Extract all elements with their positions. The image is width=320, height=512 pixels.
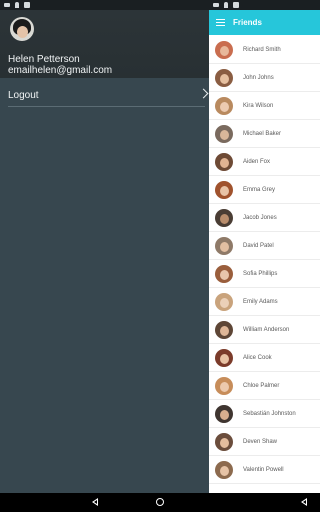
friend-name: Kira Wilson <box>243 102 274 109</box>
avatar <box>215 264 233 283</box>
status-bar-right <box>209 0 320 10</box>
friend-name: Jacob Jones <box>243 214 277 221</box>
system-nav-bar <box>0 493 320 512</box>
friend-name: Sebastián Johnston <box>243 410 296 417</box>
list-item[interactable]: Michael Baker <box>209 120 320 148</box>
notification-pin-icon <box>224 2 228 8</box>
avatar <box>215 320 233 339</box>
avatar <box>215 460 233 479</box>
list-item[interactable]: Chloe Palmer <box>209 372 320 400</box>
list-item[interactable]: Jacob Jones <box>209 204 320 232</box>
navigation-drawer: Helen Petterson emailhelen@gmail.com Log… <box>0 0 209 493</box>
screenshot-icon <box>4 3 10 7</box>
list-item[interactable]: William Anderson <box>209 316 320 344</box>
list-item[interactable]: Kira Wilson <box>209 92 320 120</box>
back-triangle-icon[interactable] <box>301 498 307 506</box>
list-item[interactable]: Sebastián Johnston <box>209 400 320 428</box>
app-bar: Friends <box>209 10 320 35</box>
friend-name: William Anderson <box>243 326 290 333</box>
friend-list: Richard Smith John Johns Kira Wilson Michae… <box>209 36 320 484</box>
list-item[interactable]: Deven Shaw <box>209 428 320 456</box>
back-triangle-icon[interactable] <box>92 498 98 506</box>
friend-name: Emma Grey <box>243 186 276 193</box>
friend-name: Chloe Palmer <box>243 382 280 389</box>
logout-label: Logout <box>8 89 39 101</box>
avatar <box>215 180 233 199</box>
friend-name: David Patel <box>243 242 274 249</box>
friend-name: Valentin Powell <box>243 466 284 473</box>
avatar <box>215 236 233 255</box>
friend-name: Richard Smith <box>243 46 281 53</box>
logout-item[interactable]: Logout <box>0 84 209 106</box>
list-item[interactable]: Valentin Powell <box>209 456 320 484</box>
profile-avatar[interactable] <box>10 17 34 41</box>
profile-name: Helen Petterson <box>8 54 80 65</box>
gallery-icon <box>24 2 30 8</box>
avatar <box>215 404 233 423</box>
list-item[interactable]: Alice Cook <box>209 344 320 372</box>
friends-panel: Friends Richard Smith John Johns Kira Wils… <box>209 0 320 493</box>
list-item[interactable]: David Patel <box>209 232 320 260</box>
friend-name: Alice Cook <box>243 354 272 361</box>
list-item[interactable]: John Johns <box>209 64 320 92</box>
avatar <box>215 432 233 451</box>
friend-name: Sofia Phillips <box>243 270 278 277</box>
avatar <box>215 348 233 367</box>
hamburger-menu-icon[interactable] <box>216 19 225 27</box>
friend-name: Michael Baker <box>243 130 282 137</box>
notification-pin-icon <box>15 2 19 8</box>
list-item[interactable]: Aiden Fox <box>209 148 320 176</box>
avatar <box>215 292 233 311</box>
list-item[interactable]: Richard Smith <box>209 36 320 64</box>
list-item[interactable]: Emma Grey <box>209 176 320 204</box>
avatar <box>215 376 233 395</box>
gallery-icon <box>233 2 239 8</box>
list-item[interactable]: Sofia Phillips <box>209 260 320 288</box>
friend-name: Emily Adams <box>243 298 278 305</box>
friend-name: Deven Shaw <box>243 438 278 445</box>
avatar <box>215 208 233 227</box>
profile-email: emailhelen@gmail.com <box>8 65 113 76</box>
screenshot-icon <box>213 3 219 7</box>
drawer-header: Helen Petterson emailhelen@gmail.com <box>0 10 209 78</box>
avatar <box>215 68 233 87</box>
friend-name: John Johns <box>243 74 274 81</box>
home-circle-icon[interactable] <box>156 498 164 506</box>
divider <box>8 106 205 107</box>
avatar <box>215 124 233 143</box>
status-bar <box>0 0 209 10</box>
avatar <box>215 40 233 59</box>
avatar <box>215 96 233 115</box>
friend-name: Aiden Fox <box>243 158 271 165</box>
chevron-right-icon <box>198 88 209 99</box>
page-title: Friends <box>233 18 262 27</box>
list-item[interactable]: Emily Adams <box>209 288 320 316</box>
avatar <box>215 152 233 171</box>
